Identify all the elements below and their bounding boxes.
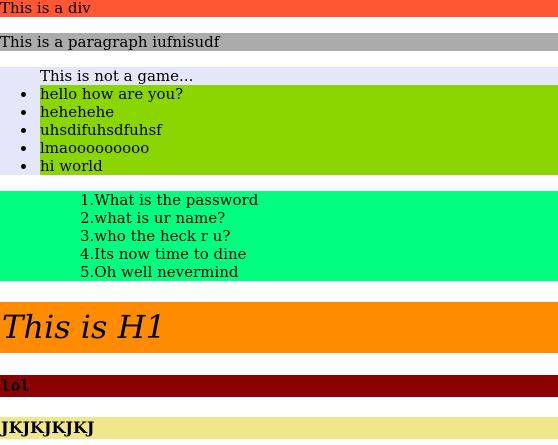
div-block: This is a div (0, 0, 558, 17)
question-item: 1.What is the password (80, 191, 259, 209)
question-item: 3.who the heck r u? (80, 227, 231, 245)
bullet-icon (21, 164, 26, 169)
page-heading: This is H1 (0, 302, 558, 353)
list-item: hehehehe (0, 103, 558, 121)
question-item: 2.what is ur name? (80, 209, 226, 227)
bullet-icon (21, 146, 26, 151)
list-item-background (40, 157, 558, 175)
list-item-label: hi world (40, 157, 103, 175)
list-item: hello how are you? (0, 85, 558, 103)
list-item-label: hehehehe (40, 103, 115, 121)
bullet-icon (21, 92, 26, 97)
game-list: hello how are you? hehehehe uhsdifuhsdfu… (0, 85, 558, 175)
bullet-icon (21, 110, 26, 115)
jk-block: JKJKJKJKJ (0, 417, 558, 439)
question-item: 5.Oh well nevermind (80, 263, 239, 281)
list-item-label: hello how are you? (40, 85, 184, 103)
list-item-background (40, 103, 558, 121)
list-item: lmaooooooooo (0, 139, 558, 157)
list-item-label: lmaooooooooo (40, 139, 150, 157)
questions-list: 1.What is the password 2.what is ur name… (0, 191, 558, 281)
bullet-icon (21, 128, 26, 133)
question-item: 4.Its now time to dine (80, 245, 247, 263)
questions-section: 1.What is the password 2.what is ur name… (0, 191, 558, 281)
game-section: This is not a game... hello how are you?… (0, 67, 558, 175)
game-title: This is not a game... (40, 67, 194, 85)
list-item-label: uhsdifuhsdfuhsf (40, 121, 162, 139)
paragraph-block: This is a paragraph iufnisudf (0, 33, 558, 51)
list-item: hi world (0, 157, 558, 175)
list-item: uhsdifuhsdfuhsf (0, 121, 558, 139)
lol-block: lol (0, 375, 558, 397)
